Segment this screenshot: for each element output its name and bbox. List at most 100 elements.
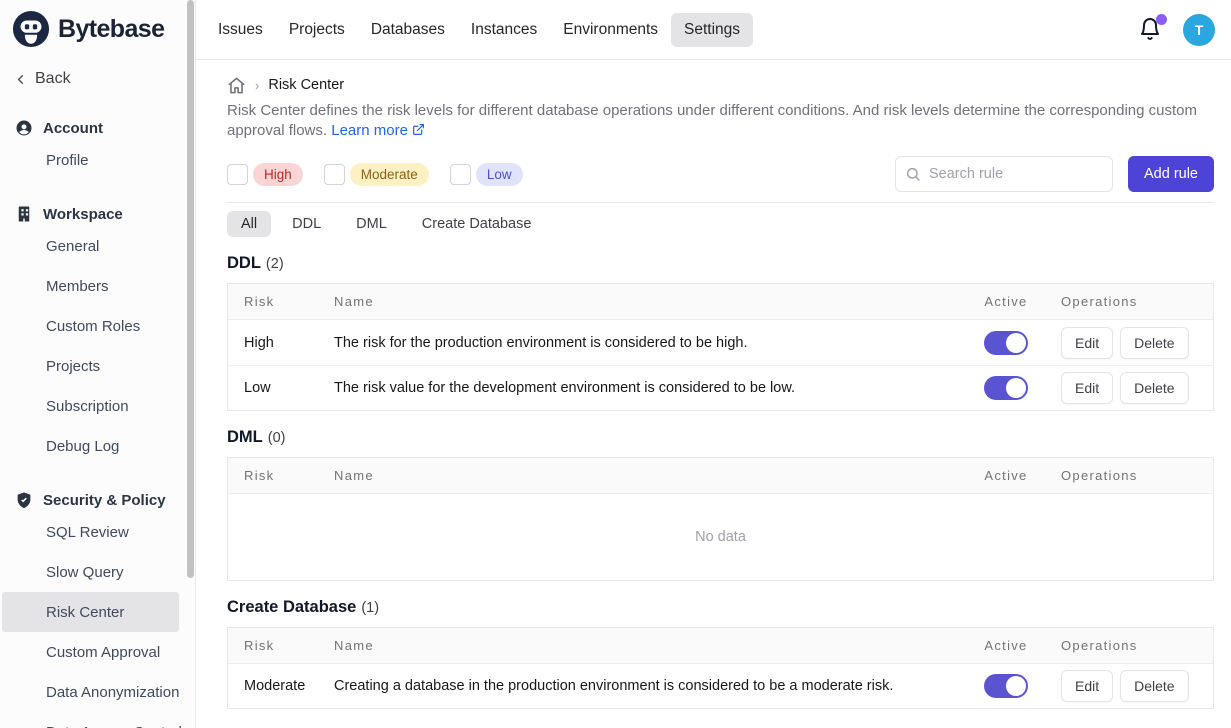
name-cell: The risk value for the development envir… [334, 380, 951, 396]
high-badge: High [253, 163, 303, 186]
shield-check-icon [15, 491, 33, 509]
risk-cell: High [228, 335, 334, 351]
logo-wordmark: Bytebase [58, 15, 164, 44]
column-active: Active [951, 294, 1061, 309]
search-box [895, 156, 1113, 192]
section-ddl: DDL (2) Risk Name Active Operations High… [227, 254, 1214, 411]
filter-moderate-checkbox[interactable] [324, 164, 345, 185]
sidebar-item-data-access-control[interactable]: Data Access Control [0, 712, 195, 728]
empty-state: No data [228, 494, 1213, 580]
building-icon [15, 205, 33, 223]
sidebar-item-general[interactable]: General [0, 226, 195, 266]
section-create-database-title: Create Database (1) [227, 598, 1214, 617]
section-count: (2) [266, 256, 284, 272]
moderate-badge: Moderate [350, 163, 429, 186]
sidebar-item-subscription[interactable]: Subscription [0, 386, 195, 426]
sidebar-item-risk-center[interactable]: Risk Center [2, 592, 179, 632]
sidebar-scrollbar[interactable] [187, 0, 194, 578]
active-toggle[interactable] [984, 376, 1028, 400]
filter-high-checkbox[interactable] [227, 164, 248, 185]
active-toggle[interactable] [984, 331, 1028, 355]
column-name: Name [334, 638, 951, 653]
filter-row: High Moderate Low Add rule [227, 156, 1214, 192]
tab-all[interactable]: All [227, 211, 271, 237]
nav-item-environments[interactable]: Environments [550, 13, 671, 47]
filter-actions: Add rule [895, 156, 1214, 192]
sidebar-item-slow-query[interactable]: Slow Query [0, 552, 195, 592]
sidebar-item-members[interactable]: Members [0, 266, 195, 306]
learn-more-link[interactable]: Learn more [331, 122, 425, 139]
nav-item-databases[interactable]: Databases [358, 13, 458, 47]
column-name: Name [334, 468, 951, 483]
risk-cell: Low [228, 380, 334, 396]
settings-sidebar: Bytebase Back Account Profile Workspace … [0, 0, 196, 728]
sidebar-group-security-policy: Security & Policy SQL Review Slow Query … [0, 488, 195, 728]
sidebar-item-custom-approval[interactable]: Custom Approval [0, 632, 195, 672]
delete-button[interactable]: Delete [1120, 670, 1188, 702]
edit-button[interactable]: Edit [1061, 372, 1113, 404]
sidebar-item-label: Profile [46, 152, 89, 169]
nav-item-projects[interactable]: Projects [276, 13, 358, 47]
column-name: Name [334, 294, 951, 309]
name-cell: The risk for the production environment … [334, 335, 951, 351]
main-area: Issues Projects Databases Instances Envi… [196, 0, 1231, 728]
operations-cell: Edit Delete [1061, 372, 1213, 404]
sidebar-item-label: Data Anonymization [46, 684, 179, 701]
column-risk: Risk [228, 468, 334, 483]
learn-more-label: Learn more [331, 122, 408, 139]
notifications-button[interactable] [1138, 17, 1164, 43]
sidebar-item-label: Custom Approval [46, 644, 160, 661]
edit-button[interactable]: Edit [1061, 670, 1113, 702]
bytebase-logo-icon [12, 10, 50, 48]
sidebar-item-profile[interactable]: Profile [0, 140, 195, 180]
section-title-text: DDL [227, 254, 261, 273]
column-operations: Operations [1061, 638, 1213, 653]
delete-button[interactable]: Delete [1120, 372, 1188, 404]
notification-dot [1156, 14, 1167, 25]
avatar[interactable]: T [1183, 14, 1215, 46]
column-active: Active [951, 468, 1061, 483]
active-toggle[interactable] [984, 674, 1028, 698]
section-count: (1) [361, 600, 379, 616]
edit-button[interactable]: Edit [1061, 327, 1113, 359]
sidebar-item-custom-roles[interactable]: Custom Roles [0, 306, 195, 346]
sidebar-group-account-header: Account [0, 116, 195, 140]
logo[interactable]: Bytebase [0, 0, 195, 56]
nav-item-issues[interactable]: Issues [205, 13, 276, 47]
sidebar-group-security-policy-header: Security & Policy [0, 488, 195, 512]
tab-dml[interactable]: DML [342, 211, 401, 237]
chevron-right-icon: › [255, 78, 259, 93]
sidebar-item-data-anonymization[interactable]: Data Anonymization [0, 672, 195, 712]
column-active: Active [951, 638, 1061, 653]
sidebar-group-label: Account [43, 120, 103, 137]
nav-item-instances[interactable]: Instances [458, 13, 550, 47]
sidebar-item-sql-review[interactable]: SQL Review [0, 512, 195, 552]
top-navigation-bar: Issues Projects Databases Instances Envi… [196, 0, 1231, 60]
sidebar-group-account: Account Profile [0, 116, 195, 180]
sidebar-item-label: Projects [46, 358, 100, 375]
user-icon [15, 119, 33, 137]
sidebar-item-projects[interactable]: Projects [0, 346, 195, 386]
back-button[interactable]: Back [0, 64, 195, 94]
tab-create-database[interactable]: Create Database [408, 211, 546, 237]
search-input[interactable] [895, 156, 1113, 192]
nav-item-settings[interactable]: Settings [671, 13, 753, 47]
operations-cell: Edit Delete [1061, 327, 1213, 359]
sidebar-item-debug-log[interactable]: Debug Log [0, 426, 195, 466]
section-title-text: DML [227, 428, 263, 447]
section-ddl-title: DDL (2) [227, 254, 1214, 273]
add-rule-button[interactable]: Add rule [1128, 156, 1214, 192]
delete-button[interactable]: Delete [1120, 327, 1188, 359]
dml-rule-table: Risk Name Active Operations No data [227, 457, 1214, 581]
sidebar-item-label: Subscription [46, 398, 129, 415]
sidebar-item-label: General [46, 238, 99, 255]
tab-ddl[interactable]: DDL [278, 211, 335, 237]
section-create-database: Create Database (1) Risk Name Active Ope… [227, 598, 1214, 709]
filter-low-checkbox[interactable] [450, 164, 471, 185]
divider [227, 202, 1214, 203]
section-dml-title: DML (0) [227, 428, 1214, 447]
main-nav: Issues Projects Databases Instances Envi… [205, 13, 753, 47]
table-header: Risk Name Active Operations [228, 458, 1213, 494]
sidebar-group-workspace: Workspace General Members Custom Roles P… [0, 202, 195, 466]
home-icon[interactable] [227, 76, 246, 95]
